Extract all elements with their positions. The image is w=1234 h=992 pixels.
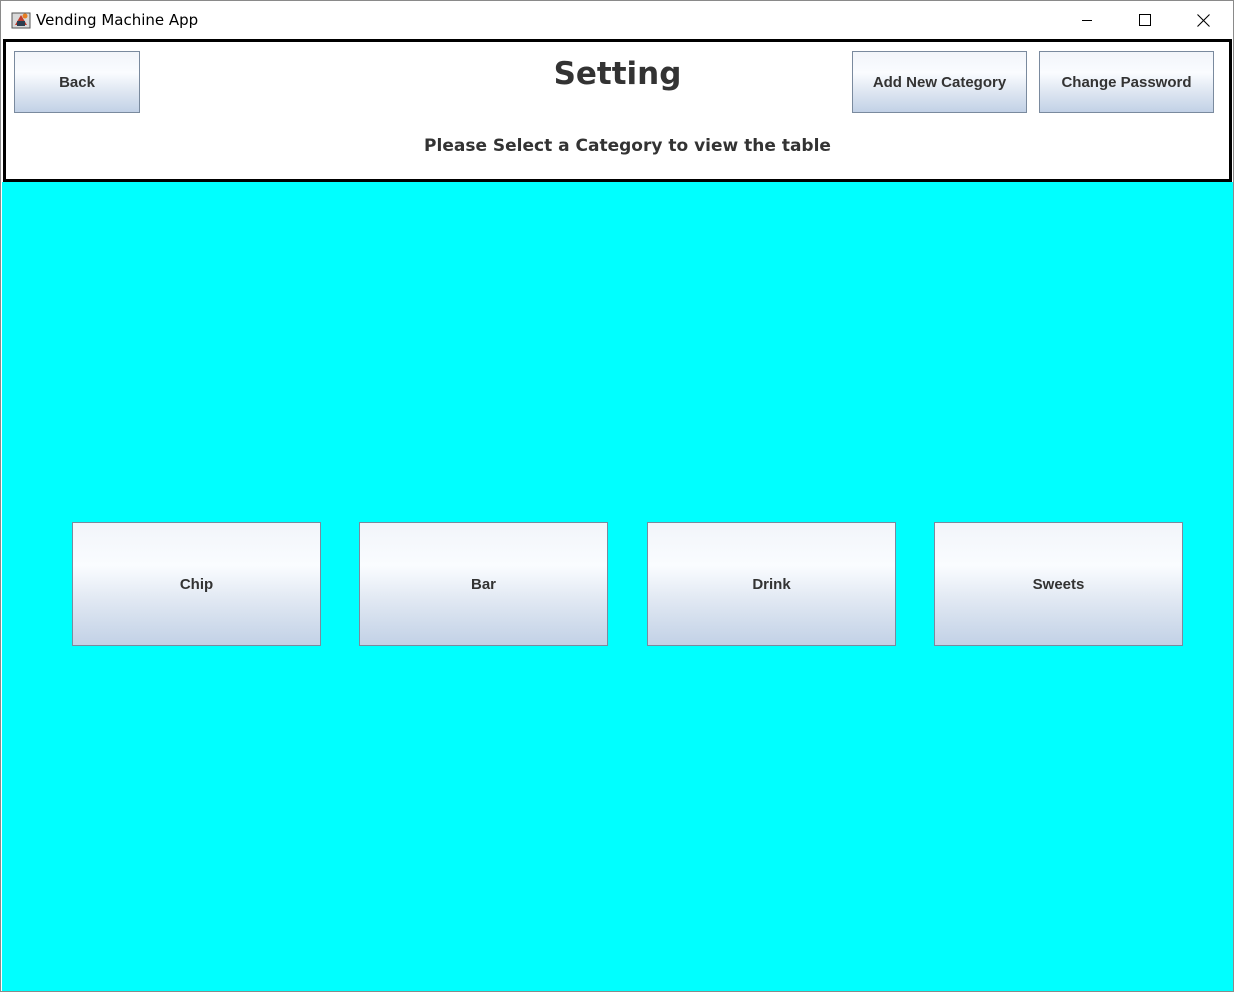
java-app-icon — [11, 10, 31, 30]
app-window: Vending Machine App Back Setting Add New… — [0, 0, 1234, 992]
category-button-sweets[interactable]: Sweets — [934, 522, 1183, 646]
instruction-label: Please Select a Category to view the tab… — [424, 136, 831, 156]
minimize-button[interactable] — [1058, 1, 1116, 39]
maximize-button[interactable] — [1116, 1, 1174, 39]
category-panel: Chip Bar Drink Sweets — [2, 182, 1233, 991]
category-button-bar[interactable]: Bar — [359, 522, 608, 646]
add-new-category-button[interactable]: Add New Category — [852, 51, 1027, 113]
close-icon — [1196, 13, 1210, 27]
window-title: Vending Machine App — [36, 11, 199, 29]
change-password-button[interactable]: Change Password — [1039, 51, 1214, 113]
close-button[interactable] — [1174, 1, 1232, 39]
minimize-icon — [1082, 20, 1092, 21]
category-button-chip[interactable]: Chip — [72, 522, 321, 646]
header-panel: Back Setting Add New Category Change Pas… — [3, 39, 1232, 182]
category-button-drink[interactable]: Drink — [647, 522, 896, 646]
title-bar[interactable]: Vending Machine App — [1, 1, 1233, 39]
maximize-icon — [1139, 14, 1151, 26]
